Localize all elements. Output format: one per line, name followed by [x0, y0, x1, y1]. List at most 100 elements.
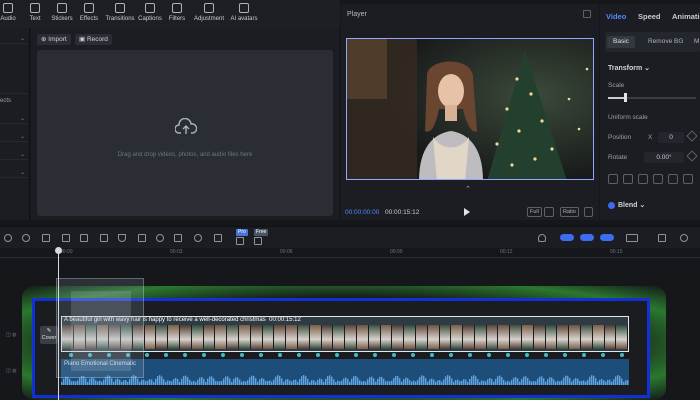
rotate-icon[interactable]	[194, 234, 202, 242]
microphone-icon[interactable]	[538, 234, 546, 242]
align-middle-icon[interactable]	[668, 174, 678, 184]
scale-slider-handle[interactable]	[624, 93, 627, 102]
toolbar-effects[interactable]: Effects	[73, 3, 105, 27]
keyframe-dot[interactable]	[373, 353, 377, 357]
preview-axis-icon[interactable]	[626, 234, 638, 242]
keyframe-dot[interactable]	[430, 353, 434, 357]
keyframe-icon[interactable]	[686, 130, 698, 142]
crop-icon[interactable]	[214, 234, 222, 242]
toolbar-ai-avatars[interactable]: AI avatars	[226, 3, 262, 27]
subtab-basic[interactable]: Basic	[607, 36, 635, 48]
time-ruler[interactable]: 00:00 00:03 00:06 00:09 00:12 00:15	[0, 248, 700, 258]
subtab-remove-bg[interactable]: Remove BG	[648, 36, 683, 48]
track-lock-icon[interactable]: ◫ ◍	[6, 332, 16, 338]
keyframe-dot[interactable]	[164, 353, 168, 357]
keyframe-dot[interactable]	[468, 353, 472, 357]
keyframe-dot[interactable]	[240, 353, 244, 357]
play-icon[interactable]	[464, 208, 470, 216]
blend-toggle[interactable]	[608, 202, 615, 209]
linkage-toggle[interactable]	[600, 234, 614, 241]
keyframe-dot[interactable]	[544, 353, 548, 357]
full-button[interactable]: Full	[527, 207, 542, 217]
playhead-handle[interactable]	[55, 247, 62, 254]
category-row[interactable]: ⌄	[0, 114, 28, 124]
record-button[interactable]: ▣ Record	[75, 34, 112, 45]
fit-screen-icon[interactable]	[544, 207, 554, 217]
ai-tool-icon[interactable]	[236, 237, 244, 245]
tab-animation[interactable]: Animation	[672, 12, 700, 21]
keyframe-icon[interactable]	[686, 150, 698, 162]
transform-tool-icon[interactable]	[254, 237, 262, 245]
auto-snap-toggle[interactable]	[580, 234, 594, 241]
toolbar-adjustment[interactable]: Adjustment	[191, 3, 227, 27]
ratio-button[interactable]: Ratio	[560, 207, 579, 217]
video-preview[interactable]	[346, 38, 594, 180]
waveform-bar	[139, 381, 141, 385]
toolbar-transitions[interactable]: Transitions	[102, 3, 138, 27]
import-button[interactable]: ⊕ Import	[37, 34, 71, 45]
playhead[interactable]	[58, 248, 59, 400]
position-x-input[interactable]: 0	[658, 132, 684, 143]
audio-track-lock-icon[interactable]: ◫ ◍	[6, 368, 16, 374]
toolbar-filters[interactable]: Filters	[161, 3, 193, 27]
align-left-icon[interactable]	[608, 174, 618, 184]
keyframe-dot[interactable]	[202, 353, 206, 357]
rotate-input[interactable]: 0.00°	[644, 152, 684, 163]
drop-zone[interactable]: Drag and drop videos, photos, and audio …	[37, 50, 333, 216]
tab-speed[interactable]: Speed	[638, 12, 661, 21]
keyframe-dot[interactable]	[354, 353, 358, 357]
main-track-magnet-toggle[interactable]	[560, 234, 574, 241]
redo-icon[interactable]	[22, 234, 30, 242]
tab-video[interactable]: Video	[606, 12, 626, 21]
keyframe-dot[interactable]	[297, 353, 301, 357]
subtab-more[interactable]: M	[694, 36, 699, 48]
keyframe-dot[interactable]	[259, 353, 263, 357]
category-row[interactable]: ⌄	[0, 150, 28, 160]
keyframe-dot[interactable]	[335, 353, 339, 357]
keyframe-dot[interactable]	[601, 353, 605, 357]
waveform-bar	[461, 380, 463, 385]
keyframe-dot[interactable]	[449, 353, 453, 357]
keyframe-dot[interactable]	[411, 353, 415, 357]
keyframe-dot[interactable]	[620, 353, 624, 357]
keyframe-dot[interactable]	[221, 353, 225, 357]
align-right-icon[interactable]	[638, 174, 648, 184]
category-row[interactable]: ⌄	[0, 132, 28, 142]
keyframe-dot[interactable]	[525, 353, 529, 357]
waveform-bar	[219, 381, 221, 385]
menu-icon[interactable]	[583, 10, 591, 18]
align-bottom-icon[interactable]	[683, 174, 693, 184]
zoom-out-icon[interactable]	[658, 234, 666, 242]
category-row[interactable]: ⌄	[0, 168, 28, 178]
align-top-icon[interactable]	[653, 174, 663, 184]
delete-icon[interactable]	[100, 234, 108, 242]
freeze-icon[interactable]	[138, 234, 146, 242]
speed-icon[interactable]	[156, 234, 164, 242]
split-left-icon[interactable]	[62, 234, 70, 242]
align-center-icon[interactable]	[623, 174, 633, 184]
audio-clip[interactable]: Piano Emotional Cinematic	[61, 359, 629, 385]
zoom-in-icon[interactable]	[680, 234, 688, 242]
keyframe-dot[interactable]	[145, 353, 149, 357]
shield-icon[interactable]	[118, 234, 126, 242]
chevron-up-icon[interactable]: ⌃	[465, 185, 471, 193]
keyframe-dot[interactable]	[316, 353, 320, 357]
keyframe-dot[interactable]	[506, 353, 510, 357]
mirror-icon[interactable]	[174, 234, 182, 242]
fullscreen-icon[interactable]	[584, 207, 593, 217]
keyframe-dot[interactable]	[487, 353, 491, 357]
keyframe-dot[interactable]	[392, 353, 396, 357]
waveform-bar	[589, 376, 591, 385]
keyframe-dot[interactable]	[563, 353, 567, 357]
category-row[interactable]	[0, 84, 28, 94]
split-right-icon[interactable]	[80, 234, 88, 242]
keyframe-dot[interactable]	[278, 353, 282, 357]
undo-icon[interactable]	[4, 234, 12, 242]
video-clip[interactable]: A beautiful girl with wavy hair is happy…	[61, 316, 629, 352]
keyframe-dot[interactable]	[582, 353, 586, 357]
category-row[interactable]: ⌄	[0, 34, 28, 44]
split-icon[interactable]	[42, 234, 50, 242]
blend-heading[interactable]: Blend ⌄	[618, 201, 645, 209]
transform-heading[interactable]: Transform ⌄	[608, 64, 650, 72]
keyframe-dot[interactable]	[183, 353, 187, 357]
